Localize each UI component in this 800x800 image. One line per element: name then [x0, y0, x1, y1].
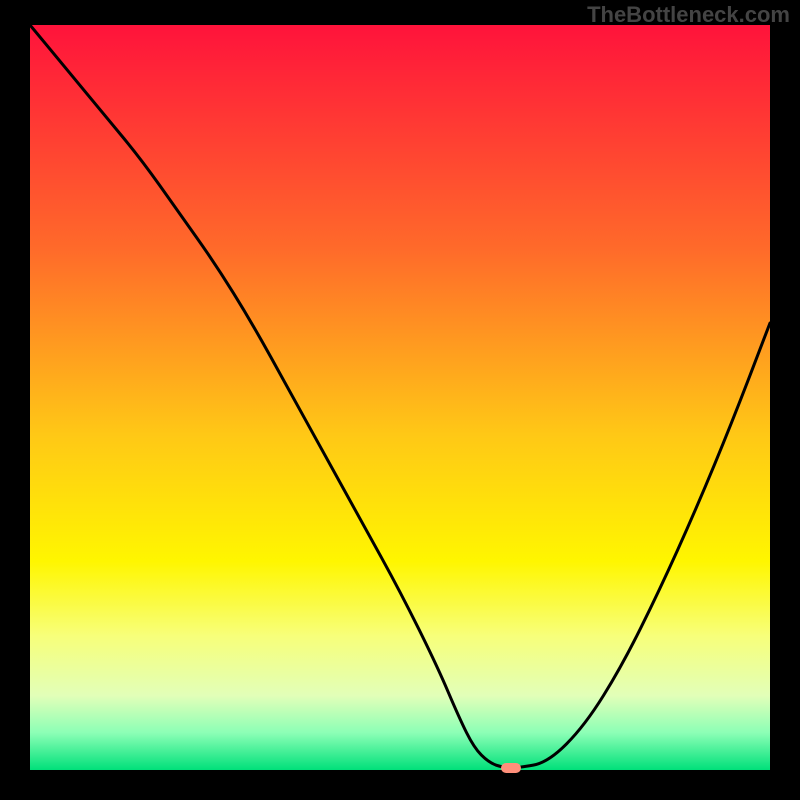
plot-background [30, 25, 770, 770]
bottleneck-plot [30, 25, 770, 770]
watermark-text: TheBottleneck.com [587, 2, 790, 28]
highlight-marker [501, 763, 520, 773]
chart-container: TheBottleneck.com [0, 0, 800, 800]
